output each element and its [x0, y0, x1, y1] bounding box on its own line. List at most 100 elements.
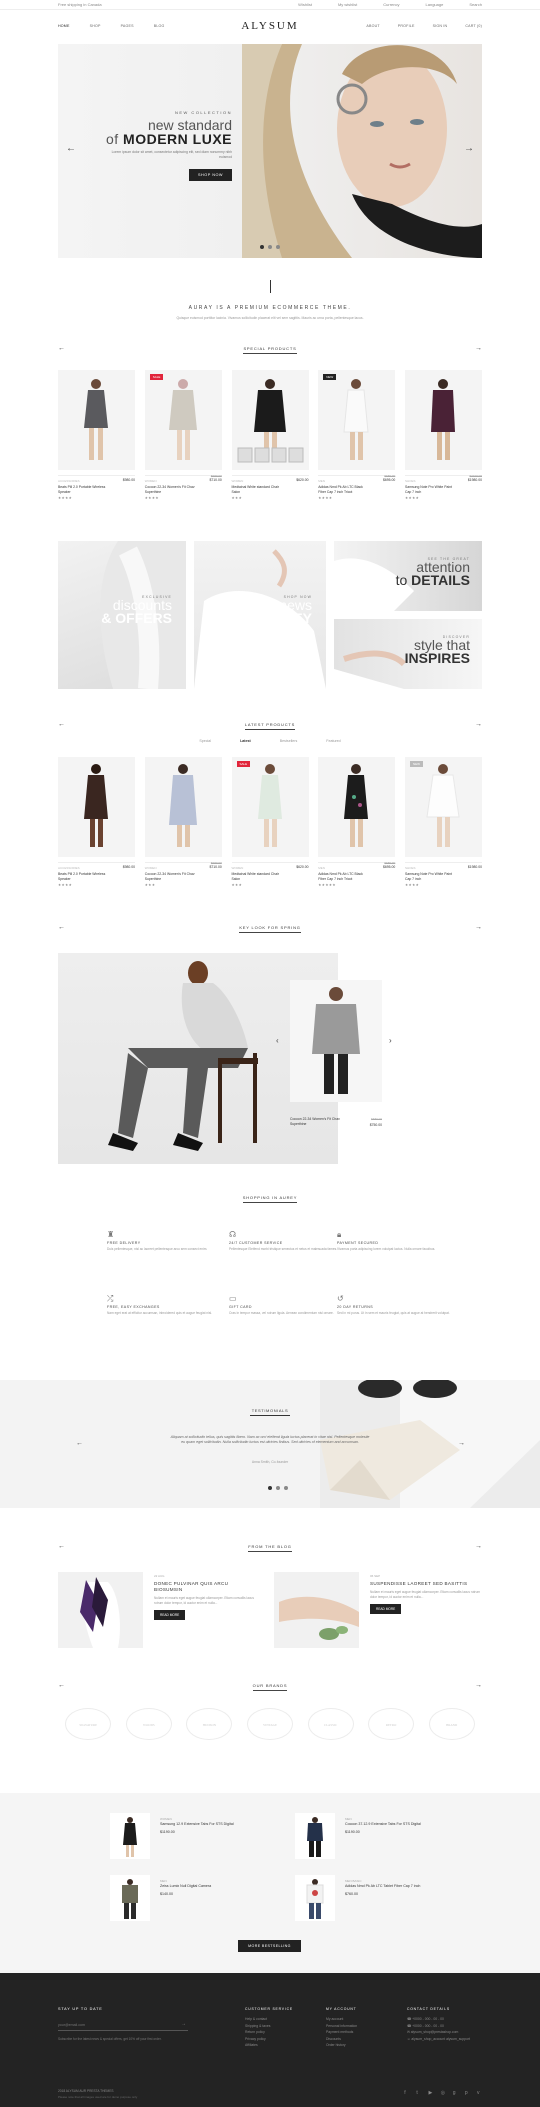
- product-name[interactable]: Beats Pill 2.0 Portable Wireless Speaker: [58, 872, 108, 881]
- bestseller-image[interactable]: [295, 1875, 335, 1921]
- brand-logo[interactable]: SIGNATURE: [65, 1708, 112, 1740]
- key-look-product[interactable]: [290, 980, 382, 1102]
- hero-dot[interactable]: [268, 245, 272, 249]
- keylook-next-arrow-icon[interactable]: →: [475, 924, 482, 931]
- product-image[interactable]: SALE: [144, 370, 222, 470]
- shop-now-button[interactable]: SHOP NOW: [188, 169, 232, 181]
- product-card[interactable]: WOMEN Cocoon 22-34 Women's Fit Chav Supe…: [144, 757, 222, 887]
- product-image[interactable]: [144, 757, 222, 857]
- product-image[interactable]: NEW: [405, 757, 482, 857]
- brand-logo[interactable]: HUDSON: [186, 1708, 233, 1740]
- brand-logo[interactable]: BRAND: [428, 1708, 475, 1740]
- product-image[interactable]: NEW: [318, 370, 396, 470]
- bestseller-item[interactable]: MEN Cocoon 37.12.9 Extensive Tabs For STS…: [295, 1813, 485, 1859]
- product-card[interactable]: SALE WOMEN Cocoon 22-34 Women's Fit Chav…: [144, 370, 222, 500]
- twitter-icon[interactable]: t: [416, 2091, 421, 2096]
- product-image[interactable]: [231, 370, 309, 470]
- product-name[interactable]: Samsung Note Pro White Paint Cap 7 inch: [405, 485, 455, 494]
- site-logo[interactable]: ALYSUM: [58, 20, 482, 32]
- vimeo-icon[interactable]: v: [477, 2091, 482, 2096]
- product-card[interactable]: ACCESSORIES Beats Pill 2.0 Portable Wire…: [58, 757, 135, 887]
- read-more-button[interactable]: READ MORE: [154, 1610, 186, 1621]
- bestseller-item[interactable]: MEN BASIC Adidas Nmd Pk Ab LTC Tablet Fib…: [295, 1875, 485, 1921]
- instagram-icon[interactable]: ◎: [441, 2091, 446, 2096]
- brand-logo[interactable]: WOODS: [125, 1708, 172, 1740]
- banner-discounts[interactable]: EXCLUSIVE discounts & OFFERS: [58, 541, 186, 689]
- pinterest-icon[interactable]: p: [465, 2091, 470, 2096]
- hero-dot[interactable]: [260, 245, 264, 249]
- submit-arrow-icon[interactable]: →: [181, 2021, 186, 2027]
- product-name[interactable]: Cocoon 22-34 Women's Fit Chav Superthine: [145, 872, 195, 881]
- testimonial-dot[interactable]: [268, 1486, 272, 1490]
- product-card[interactable]: SHOES Samsung Note Pro White Paint Cap 7…: [405, 370, 482, 500]
- keylook-product-next-icon[interactable]: ›: [389, 1036, 392, 1045]
- testimonial-dot[interactable]: [276, 1486, 280, 1490]
- bestseller-image[interactable]: [295, 1813, 335, 1859]
- product-name[interactable]: Adidas Nmd Pk Ab LTC Black Fiber Cap 7 i…: [318, 485, 368, 494]
- blog-post-title[interactable]: DONEC PULVINAR QUIS ARCU BIOSUMSIN: [154, 1581, 258, 1593]
- latest-next-arrow-icon[interactable]: →: [475, 721, 482, 728]
- tab-special[interactable]: Special: [199, 739, 211, 743]
- testimonial-prev-arrow-icon[interactable]: ←: [76, 1440, 83, 1447]
- product-image[interactable]: [58, 757, 135, 857]
- contact-skype-text[interactable]: alysum_shop_account alysum_support: [411, 2037, 470, 2041]
- bestseller-item[interactable]: WOMEN Samsung 12.9 Extensive Tabs For STS…: [110, 1813, 300, 1859]
- youtube-icon[interactable]: ▶: [429, 2091, 434, 2096]
- blog-post-image[interactable]: [58, 1572, 143, 1648]
- bestseller-item[interactable]: MEN Zeiss Lumix Null Digital Camera $140.0…: [110, 1875, 300, 1921]
- bestseller-name[interactable]: Adidas Nmd Pk Ab LTC Tablet Fiber Cap 7 …: [345, 1884, 485, 1889]
- product-card[interactable]: WOMEN Medtainal White standard Chair Sal…: [231, 370, 309, 500]
- blog-post-title[interactable]: SUSPENDISSE LAOREET SED BASITTIS: [370, 1581, 482, 1587]
- product-name[interactable]: Medtainal White standard Chair Salon: [232, 485, 282, 494]
- product-name[interactable]: Medtainal White standard Chair Salon: [232, 872, 282, 881]
- blog-next-arrow-icon[interactable]: →: [475, 1543, 482, 1550]
- banner-hottest-news[interactable]: SHOP NOW hottest news #AUREY: [194, 541, 326, 689]
- top-link-my-wishlist[interactable]: My wishlist: [338, 2, 357, 7]
- footer-link[interactable]: Payment methods: [326, 2029, 357, 2036]
- special-next-arrow-icon[interactable]: →: [475, 345, 482, 352]
- top-link-language[interactable]: Language: [426, 2, 444, 7]
- bestseller-name[interactable]: Zeiss Lumix Null Digital Camera: [160, 1884, 300, 1889]
- testimonial-next-arrow-icon[interactable]: →: [458, 1440, 465, 1447]
- tab-bestsellers[interactable]: Bestsellers: [280, 739, 298, 743]
- product-name[interactable]: Adidas Nmd Pk Ab LTC Black Fiber Cap 7 i…: [318, 872, 368, 881]
- facebook-icon[interactable]: f: [404, 2091, 409, 2096]
- hero-next-arrow-icon[interactable]: →: [464, 144, 474, 154]
- product-image[interactable]: [405, 370, 482, 470]
- product-card[interactable]: MEN Adidas Nmd Pk Ab LTC Black Fiber Cap…: [318, 757, 396, 887]
- google-plus-icon[interactable]: g: [453, 2091, 458, 2096]
- product-image[interactable]: [58, 370, 135, 470]
- testimonial-dot[interactable]: [284, 1486, 288, 1490]
- product-name[interactable]: Beats Pill 2.0 Portable Wireless Speaker: [58, 485, 108, 494]
- product-card[interactable]: NEW MEN Adidas Nmd Pk Ab LTC Black Fiber…: [318, 370, 396, 500]
- brand-logo[interactable]: VINTAGE: [246, 1708, 293, 1740]
- key-look-product-name[interactable]: Cocoon 22-34 Women's Fit Chav Superthine: [290, 1117, 340, 1126]
- bestseller-name[interactable]: Samsung 12.9 Extensive Tabs For STS Digi…: [160, 1822, 300, 1827]
- product-image[interactable]: SALE: [231, 757, 309, 857]
- product-name[interactable]: Cocoon 22-34 Women's Fit Chav Superthine: [145, 485, 195, 494]
- bestseller-image[interactable]: [110, 1813, 150, 1859]
- hero-prev-arrow-icon[interactable]: ←: [66, 144, 76, 154]
- banner-style-inspires[interactable]: DISCOVER style that INSPIRES: [334, 619, 482, 689]
- product-card[interactable]: NEW SHOES Samsung Note Pro White Paint C…: [405, 757, 482, 887]
- read-more-button[interactable]: READ MORE: [370, 1604, 402, 1615]
- tab-featured[interactable]: Featured: [326, 739, 340, 743]
- bestseller-image[interactable]: [110, 1875, 150, 1921]
- footer-link[interactable]: Affiliates: [245, 2042, 293, 2049]
- keylook-product-prev-icon[interactable]: ‹: [276, 1036, 279, 1045]
- blog-post-image[interactable]: [274, 1572, 359, 1648]
- top-link-search[interactable]: Search: [469, 2, 482, 7]
- tab-latest[interactable]: Latest: [240, 739, 251, 743]
- contact-email-text[interactable]: alysum_shop@prestashop.com: [411, 2030, 459, 2034]
- product-card[interactable]: ACCESSORIES Beats Pill 2.0 Portable Wire…: [58, 370, 135, 500]
- product-name[interactable]: Samsung Note Pro White Paint Cap 7 inch: [405, 872, 455, 881]
- brands-next-arrow-icon[interactable]: →: [475, 1682, 482, 1689]
- top-link-currency[interactable]: Currency: [383, 2, 399, 7]
- hero-dot[interactable]: [276, 245, 280, 249]
- brand-logo[interactable]: RETRO: [368, 1708, 415, 1740]
- more-bestselling-button[interactable]: MORE BESTSELLING: [238, 1940, 301, 1952]
- product-image[interactable]: [318, 757, 396, 857]
- contact-skype[interactable]: ☺ alysum_shop_account alysum_support: [407, 2036, 482, 2043]
- newsletter-email-input[interactable]: [58, 2021, 158, 2029]
- top-link-wishlist[interactable]: Wishlist: [298, 2, 312, 7]
